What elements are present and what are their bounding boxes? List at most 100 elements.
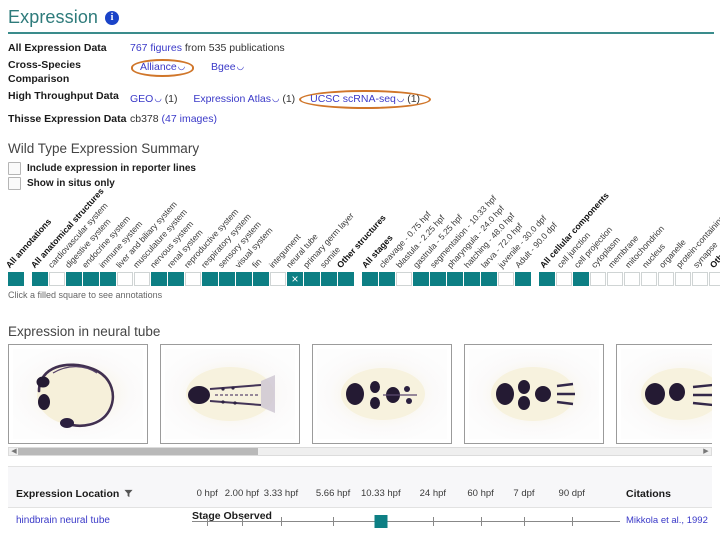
thisse-id: cb378 <box>130 113 159 126</box>
ribbon-cell-integument[interactable] <box>270 271 286 286</box>
summary-row-all-expression-data: All Expression Data 767 figures from 535… <box>8 42 720 55</box>
all-expression-suffix: from 535 publications <box>184 42 285 54</box>
thisse-images-link[interactable]: (47 images) <box>162 113 217 125</box>
ribbon-cell-hatching-48-0-hpf[interactable] <box>464 271 480 286</box>
expression-image-thumbnail[interactable] <box>160 343 300 444</box>
ribbon-cell-renal-system[interactable] <box>168 271 184 286</box>
summary-row-cross-species: Cross-Species Comparison Alliance◡ Bgee◡ <box>8 59 720 86</box>
ribbon-cell-all-cellular-components[interactable] <box>539 271 555 286</box>
ucsc-count: (1) <box>407 93 421 106</box>
stage-axis-line <box>192 520 620 522</box>
scroll-left-arrow-icon[interactable]: ◀ <box>10 448 18 455</box>
checkbox-show-in-situs-only[interactable]: Show in situs only <box>8 176 720 190</box>
stage-tick-labels: 0 hpf 2.00 hpf 3.33 hpf 5.66 hpf 10.33 hpf 24… <box>192 488 626 500</box>
expression-ribbon: All annotations All anatomical structures… <box>0 182 720 318</box>
summary-label: Cross-Species Comparison <box>8 59 81 85</box>
citation-link[interactable]: Mikkola et al., 1992 <box>626 515 708 526</box>
ribbon-cell-digestive-system[interactable] <box>66 271 82 286</box>
ribbon-cell-nervous-system[interactable] <box>151 271 167 286</box>
ribbon-cell-musculature-system[interactable] <box>134 271 150 286</box>
stage-tick-label: 0 hpf <box>196 487 218 499</box>
bgee-link[interactable]: Bgee◡ <box>211 61 244 73</box>
ribbon-cell-sensory-system[interactable] <box>219 271 235 286</box>
alliance-link[interactable]: Alliance◡ <box>140 61 185 73</box>
ribbon-cell-blastula-2-25-hpf[interactable] <box>396 271 412 286</box>
checkbox-box[interactable] <box>8 176 21 190</box>
ribbon-cell-visual-system[interactable] <box>236 271 252 286</box>
wild-type-section-title: Wild Type Expression Summary <box>8 140 200 156</box>
stage-tick-label: 90 dpf <box>558 487 585 499</box>
ribbon-cell-larva-72-0-hpf[interactable] <box>481 271 497 286</box>
stage-tick-label: 3.33 hpf <box>263 487 299 499</box>
ribbon-cell-neural-tube[interactable] <box>287 270 303 288</box>
scroll-right-arrow-icon[interactable]: ▶ <box>702 448 710 455</box>
ribbon-cell-cleavage-0-75-hpf[interactable] <box>379 271 395 286</box>
ribbon-cell-protein-containing-complex[interactable] <box>675 271 691 286</box>
geo-count: (1) <box>164 93 178 106</box>
table-header: Expression Location Stage Observed 0 hpf… <box>8 466 712 522</box>
all-expression-figures-link[interactable]: 767 figures <box>130 42 182 54</box>
expression-image-thumbnail[interactable] <box>8 343 148 444</box>
stage-tick-label: 24 hpf <box>419 487 447 499</box>
summary-row-high-throughput: High Throughput Data GEO◡ (1) Expression… <box>8 90 720 110</box>
ribbon-cell-adult-90-0-dpf[interactable] <box>515 271 531 286</box>
ribbon-cell-gastrula-5-25-hpf[interactable] <box>413 271 429 286</box>
stage-tick-label: 60 hpf <box>467 487 494 499</box>
summary-label: All Expression Data <box>8 42 107 54</box>
ribbon-cell-membrane[interactable] <box>607 271 623 286</box>
image-strip[interactable] <box>8 343 712 444</box>
ucsc-scrna-seq-link[interactable]: UCSC scRNA-seq◡ <box>310 93 404 105</box>
ribbon-cell-all-stages[interactable] <box>362 271 378 286</box>
summary-value: cb378 (47 images) <box>130 113 217 126</box>
ribbon-cell-primary-germ-layer[interactable] <box>304 271 320 286</box>
info-icon[interactable]: i <box>105 10 120 25</box>
external-link-icon: ◡ <box>177 61 186 72</box>
ribbon-cell-segmentation-10-33-hpf[interactable] <box>430 271 446 286</box>
ribbon-cell-juvenile-30-0-dpf[interactable] <box>498 271 514 286</box>
column-header-expression-location[interactable]: Expression Location <box>8 488 192 507</box>
stage-marker[interactable] <box>374 514 388 528</box>
expression-page: Expression i All Expression Data 767 fig… <box>0 0 720 550</box>
images-section-title: Expression in neural tube <box>8 323 161 339</box>
ribbon-cell-synapse[interactable] <box>692 271 708 286</box>
expression-location-link[interactable]: hindbrain neural tube <box>16 515 110 526</box>
expression-image-thumbnail[interactable] <box>616 343 712 444</box>
ribbon-cell-mitochondrion[interactable] <box>624 271 640 286</box>
ribbon-cell-pharyngula-24-0-hpf[interactable] <box>447 271 463 286</box>
ribbon-cell-row[interactable] <box>8 270 720 288</box>
stage-axis-tick <box>432 516 434 526</box>
filter-icon[interactable] <box>124 489 133 498</box>
stage-axis-tick <box>207 516 209 526</box>
ribbon-cell-organelle[interactable] <box>658 271 674 286</box>
geo-link[interactable]: GEO◡ <box>130 93 162 105</box>
stage-axis-tick <box>280 516 282 526</box>
checkbox-include-reporter-lines[interactable]: Include expression in reporter lines <box>8 161 720 175</box>
image-strip-wrapper: ◀ ▶ <box>8 343 712 456</box>
ribbon-cell-other-structures[interactable] <box>338 271 354 286</box>
ribbon-label: fin <box>249 256 264 271</box>
ribbon-cell-all-annotations[interactable] <box>8 271 24 286</box>
ribbon-cell-fin[interactable] <box>253 271 269 286</box>
ribbon-cell-somite[interactable] <box>321 271 337 286</box>
checkbox-box[interactable] <box>8 161 21 175</box>
expression-image-thumbnail[interactable] <box>312 343 452 444</box>
ribbon-cell-cell-junction[interactable] <box>556 271 572 286</box>
ribbon-cell-endocrine-system[interactable] <box>83 271 99 286</box>
expression-atlas-link[interactable]: Expression Atlas◡ <box>193 93 279 105</box>
ribbon-cell-immune-system[interactable] <box>100 271 116 286</box>
ribbon-cell-reproductive-system[interactable] <box>185 271 201 286</box>
ribbon-cell-respiratory-system[interactable] <box>202 271 218 286</box>
summary-value: GEO◡ (1) Expression Atlas◡ (1) UCSC scRN… <box>130 90 432 110</box>
image-strip-scrollbar[interactable]: ◀ ▶ <box>8 446 712 456</box>
scrollbar-thumb[interactable] <box>18 447 258 455</box>
ribbon-cell-cell-projection[interactable] <box>573 271 589 286</box>
expression-image-thumbnail[interactable] <box>464 343 604 444</box>
ribbon-cell-nucleus[interactable] <box>641 271 657 286</box>
external-link-icon: ◡ <box>272 93 280 104</box>
checkbox-label: Show in situs only <box>27 177 115 189</box>
ribbon-cell-all-anatomical-structures[interactable] <box>32 271 48 286</box>
ribbon-cell-cardiovascular-system[interactable] <box>49 271 65 286</box>
ribbon-cell-cytoplasm[interactable] <box>590 271 606 286</box>
ribbon-cell-other-cellular-components[interactable] <box>709 271 720 286</box>
ribbon-cell-liver-and-biliary-system[interactable] <box>117 271 133 286</box>
